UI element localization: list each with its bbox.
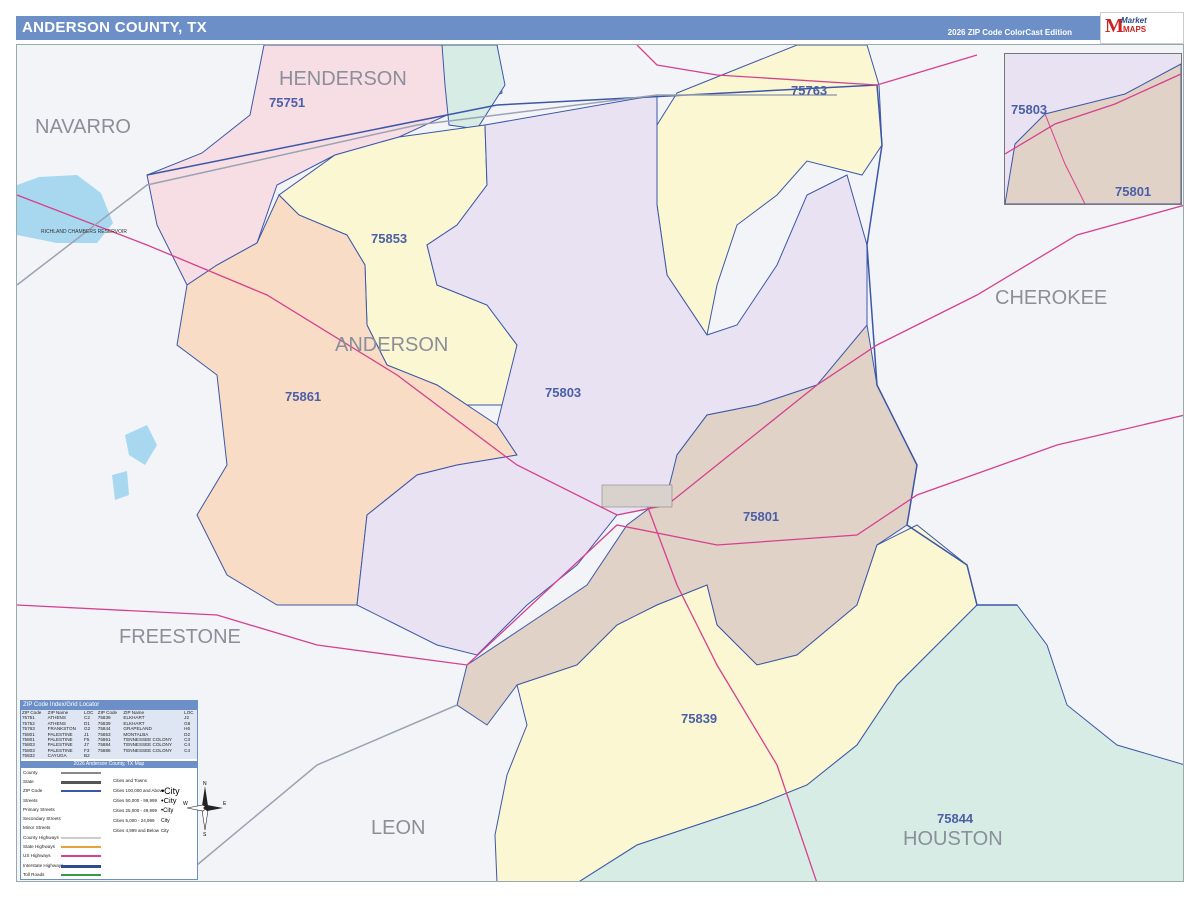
index-header: ZIP Code Index/Grid Locator <box>21 701 197 710</box>
legend-item: State Highways <box>21 842 197 851</box>
zip-index-legend: ZIP Code Index/Grid Locator ZIP Code ZIP… <box>20 700 198 880</box>
table-row: 75832 CAYUGA B2 <box>21 753 197 758</box>
table-cell: CAYUGA <box>47 753 67 759</box>
zip-index-table: ZIP Code ZIP Name LOC ZIP Code ZIP Name … <box>21 710 197 759</box>
table-cell <box>122 753 183 758</box>
zip-area-75752[interactable] <box>441 45 506 130</box>
compass-n: N <box>203 781 207 787</box>
table-cell <box>97 753 123 758</box>
market-maps-logo: M Market MAPS <box>1100 12 1184 44</box>
compass-e: E <box>223 801 227 807</box>
county-label-navarro: NAVARRO <box>35 116 131 138</box>
zip-label-75853: 75853 <box>371 231 407 246</box>
county-label-freestone: FREESTONE <box>119 626 241 648</box>
county-label-henderson: HENDERSON <box>279 68 407 90</box>
edition-label: 2026 ZIP Code ColorCast Edition <box>947 28 1072 37</box>
compass-s: S <box>203 832 207 836</box>
legend-item: Toll Roads <box>21 870 197 879</box>
zip-label-75803: 75803 <box>545 385 581 400</box>
reservoir-label: RICHLAND CHAMBERS RESERVOIR <box>41 229 127 235</box>
zip-label-75801: 75801 <box>743 509 779 524</box>
inset-svg: 75803 75801 <box>1005 54 1181 204</box>
legend-title: 2026 Anderson County, TX Map <box>21 760 197 768</box>
legend-item: Interstate Highways <box>21 861 197 870</box>
compass-w: W <box>183 801 188 807</box>
table-cell <box>183 753 197 758</box>
county-label-anderson: ANDERSON <box>335 334 448 356</box>
map-header: ANDERSON COUNTY, TX 2026 ZIP Code ColorC… <box>16 12 1184 44</box>
county-label-houston: HOUSTON <box>903 828 1003 850</box>
zip-label-75839: 75839 <box>681 711 717 726</box>
zip-label-75763: 75763 <box>791 83 827 98</box>
logo-text: Market <box>1121 16 1147 25</box>
palestine-city-area <box>601 484 673 508</box>
lake-water <box>125 425 157 465</box>
table-cell: 75832 <box>22 753 35 759</box>
zip-label-75751: 75751 <box>269 95 305 110</box>
logo-text-maps: MAPS <box>1123 25 1147 34</box>
map-frame[interactable]: HENDERSON NAVARRO CHEROKEE ANDERSON FREE… <box>16 44 1184 882</box>
legend-item: US Highways <box>21 851 197 860</box>
county-label-cherokee: CHEROKEE <box>995 287 1107 309</box>
zip-label-75861: 75861 <box>285 389 321 404</box>
compass-rose-icon: N S E W <box>183 781 227 836</box>
lake-water-2 <box>112 471 129 500</box>
county-label-leon: LEON <box>371 817 425 839</box>
inset-zip-75803: 75803 <box>1011 102 1047 117</box>
table-cell: B2 <box>84 753 90 759</box>
palestine-inset-map[interactable]: 75803 75801 <box>1004 53 1182 205</box>
zip-label-75844: 75844 <box>937 811 974 826</box>
interstate-route-2 <box>196 704 458 866</box>
inset-zip-75801: 75801 <box>1115 184 1151 199</box>
map-title: ANDERSON COUNTY, TX <box>22 19 207 36</box>
